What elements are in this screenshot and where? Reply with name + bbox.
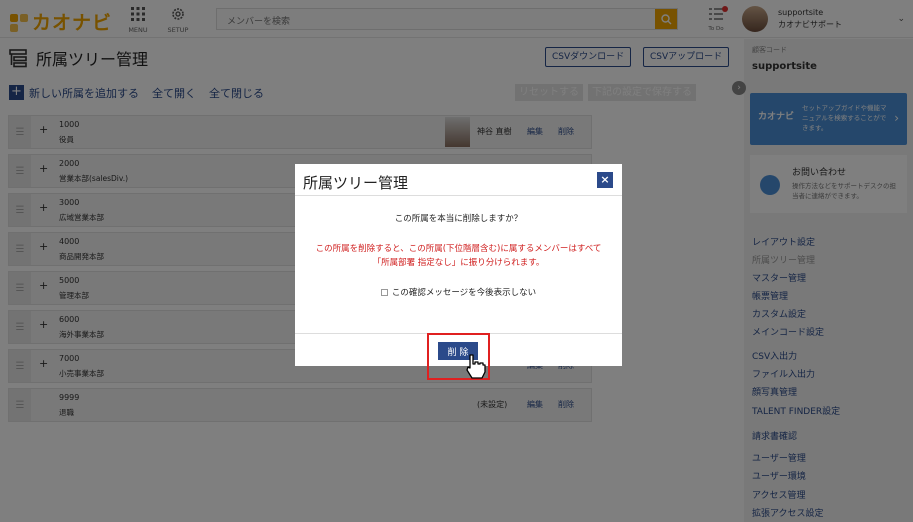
dialog-title: 所属ツリー管理	[303, 174, 409, 192]
confirm-question: この所属を本当に削除しますか？	[394, 214, 523, 224]
warning-text: この所属を削除すると、この所属(下位階層含む)に属するメンバーはすべて「所属部署…	[315, 244, 602, 268]
close-icon[interactable]: ×	[597, 172, 613, 188]
pointer-hand-icon	[466, 354, 486, 379]
checkbox-label: この確認メッセージを今後表示しない	[391, 288, 537, 298]
divider	[295, 195, 622, 196]
dont-show-again-checkbox[interactable]: この確認メッセージを今後表示しない	[295, 286, 622, 298]
checkbox-icon[interactable]	[380, 288, 388, 296]
